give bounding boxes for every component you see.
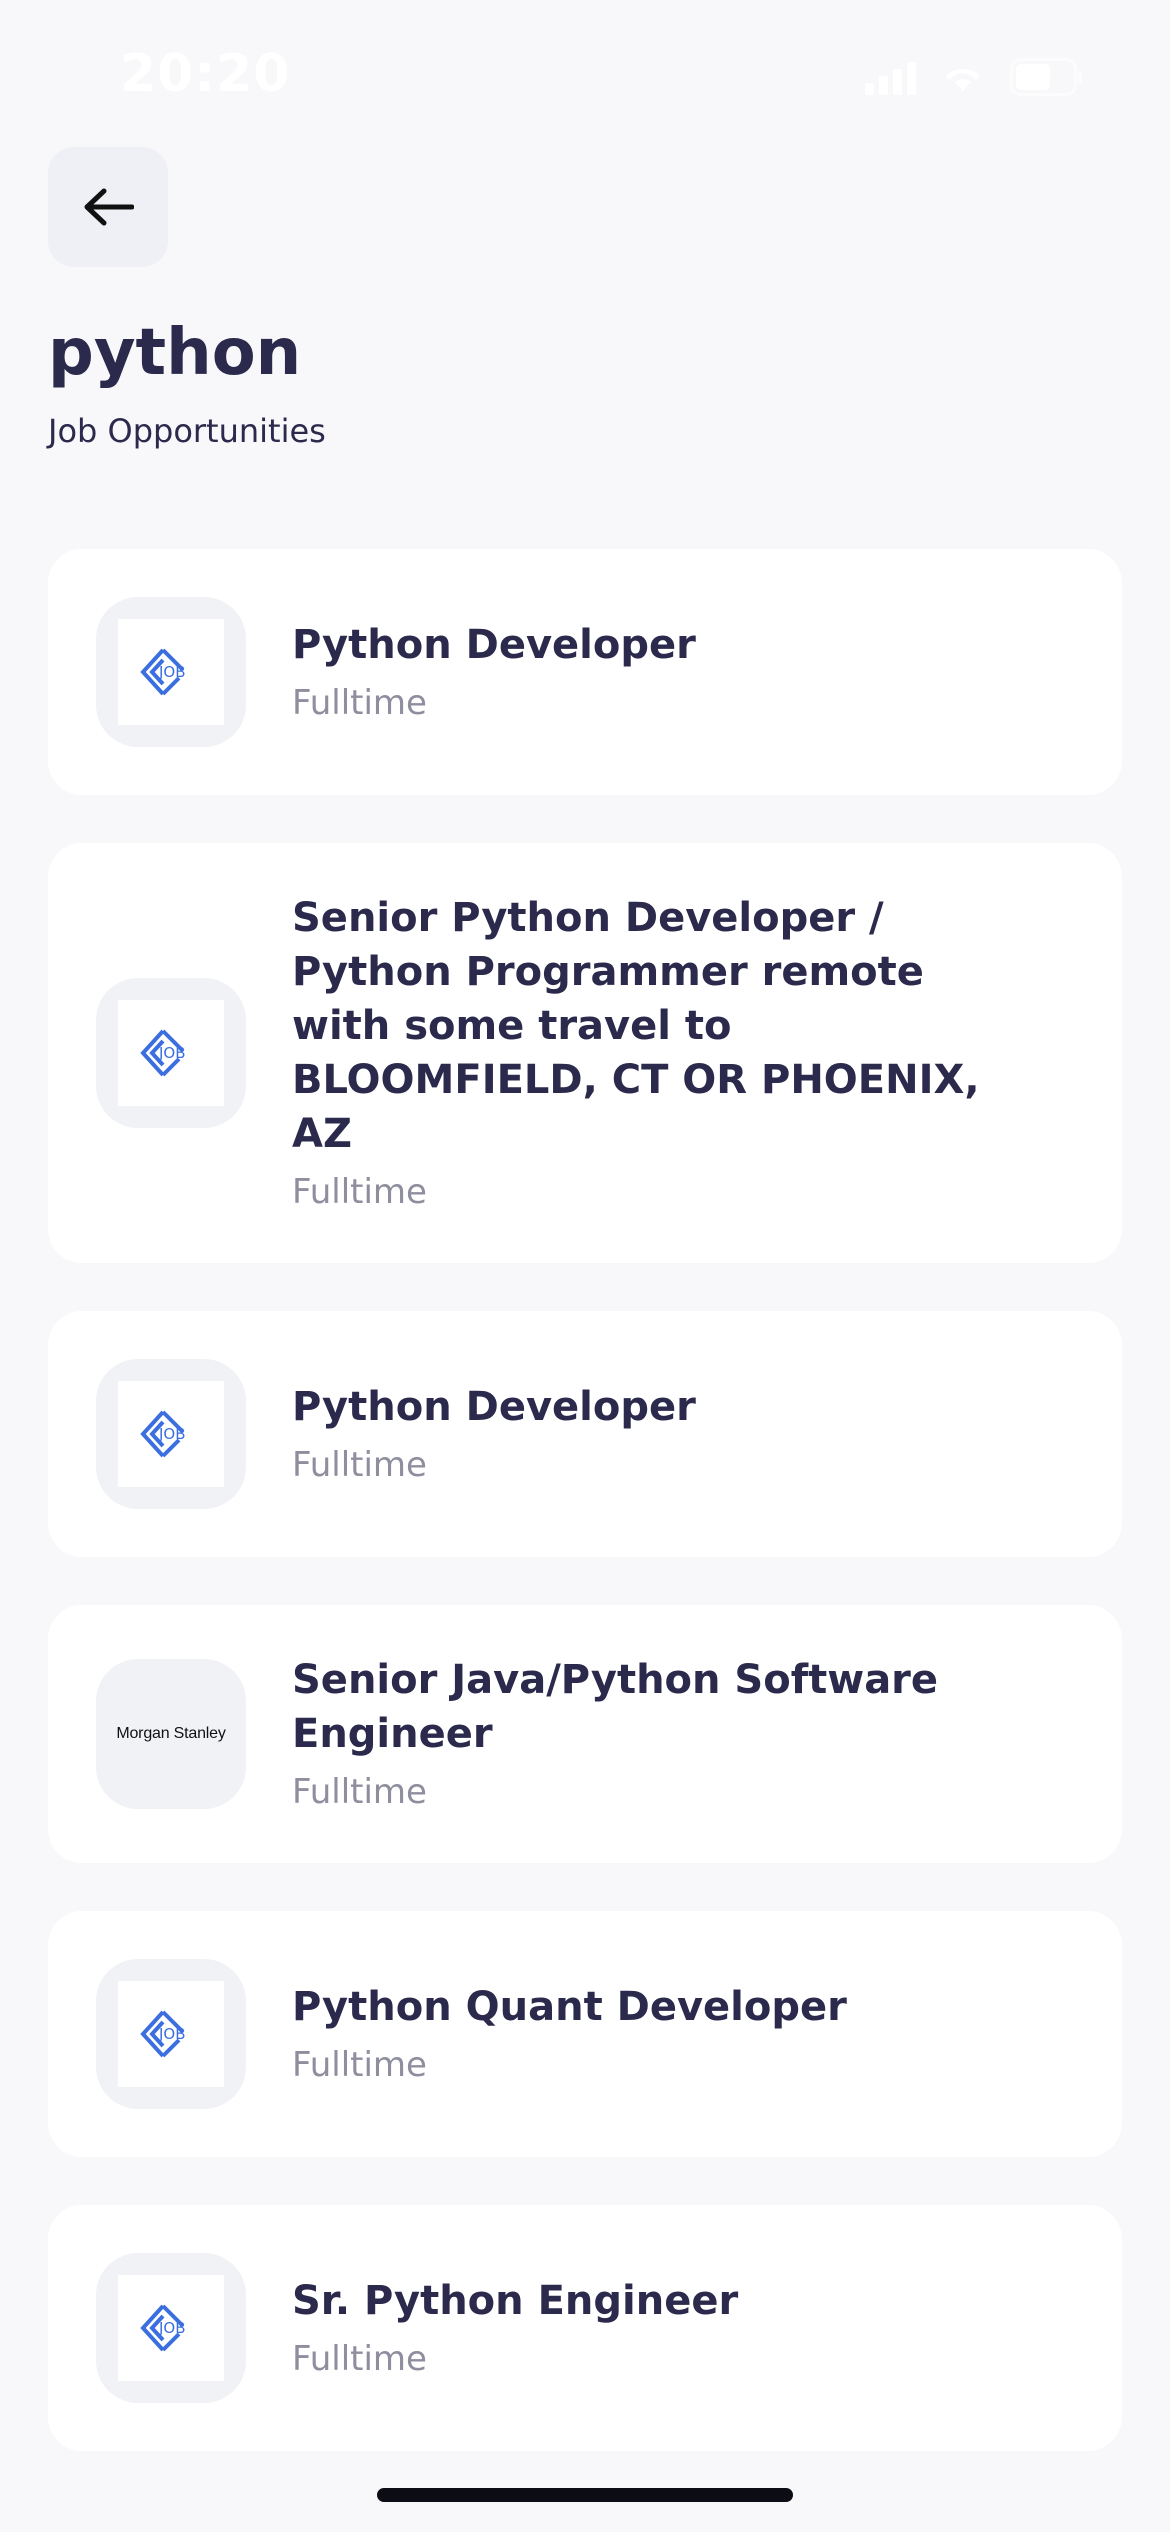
job-card[interactable]: JOB Python Developer Fulltime — [48, 1311, 1122, 1557]
arrow-left-icon — [84, 188, 134, 226]
job-title: Python Quant Developer — [292, 1984, 847, 2030]
page-subtitle: Job Opportunities — [48, 412, 326, 450]
company-logo: JOB — [96, 597, 246, 747]
cellular-signal-icon — [865, 59, 916, 95]
home-indicator[interactable] — [377, 2488, 793, 2502]
job-logo-icon: JOB — [140, 1029, 186, 1077]
job-card[interactable]: JOB Sr. Python Engineer Fulltime — [48, 2205, 1122, 2451]
company-logo: JOB — [96, 1959, 246, 2109]
status-icons — [865, 58, 1084, 96]
job-logo-icon: JOB — [140, 1410, 186, 1458]
job-title: Senior Python Developer / Python Program… — [292, 895, 980, 1157]
company-logo: Morgan Stanley — [96, 1659, 246, 1809]
job-title: Python Developer — [292, 622, 696, 668]
company-logo: JOB — [96, 1359, 246, 1509]
job-card[interactable]: JOB Python Developer Fulltime — [48, 549, 1122, 795]
job-type: Fulltime — [292, 2045, 427, 2085]
battery-icon — [1010, 58, 1084, 96]
job-type: Fulltime — [292, 683, 427, 723]
job-type: Fulltime — [292, 2339, 427, 2379]
job-logo-icon: JOB — [140, 2304, 186, 2352]
status-time: 20:20 — [120, 44, 291, 104]
job-type: Fulltime — [292, 1172, 427, 1212]
job-title: Senior Java/Python Software Engineer — [292, 1657, 939, 1757]
job-title: Sr. Python Engineer — [292, 2278, 739, 2324]
svg-text:JOB: JOB — [158, 1044, 186, 1062]
company-logo: JOB — [96, 2253, 246, 2403]
back-button[interactable] — [48, 147, 168, 267]
job-logo-icon: JOB — [140, 648, 186, 696]
svg-text:JOB: JOB — [158, 2319, 186, 2337]
job-type: Fulltime — [292, 1772, 427, 1812]
job-list: JOB Python Developer Fulltime JOB Senior… — [48, 549, 1122, 2451]
page-title: python — [48, 316, 302, 390]
job-card[interactable]: Morgan Stanley Senior Java/Python Softwa… — [48, 1605, 1122, 1863]
job-title: Python Developer — [292, 1384, 696, 1430]
job-card[interactable]: JOB Senior Python Developer / Python Pro… — [48, 843, 1122, 1263]
job-type: Fulltime — [292, 1445, 427, 1485]
morgan-stanley-logo: Morgan Stanley — [116, 1725, 226, 1742]
job-logo-icon: JOB — [140, 2010, 186, 2058]
company-logo: JOB — [96, 978, 246, 1128]
wifi-icon — [942, 61, 984, 93]
svg-text:JOB: JOB — [158, 2025, 186, 2043]
svg-text:JOB: JOB — [158, 663, 186, 681]
job-card[interactable]: JOB Python Quant Developer Fulltime — [48, 1911, 1122, 2157]
svg-text:JOB: JOB — [158, 1425, 186, 1443]
status-bar: 20:20 — [0, 0, 1170, 150]
